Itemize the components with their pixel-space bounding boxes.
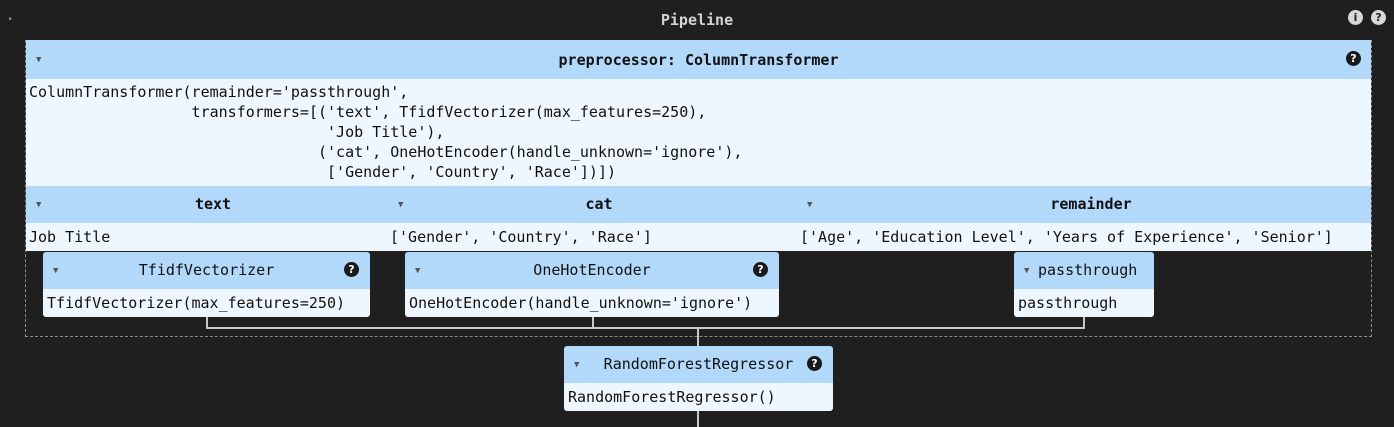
caret-down-icon[interactable]: ▼ [1024, 266, 1029, 276]
pipeline-diagram: ▸ Pipeline i ? ▼ preprocessor: ColumnTra… [0, 0, 1394, 427]
column-title-remainder[interactable]: remainder [799, 186, 1383, 223]
preprocessor-title: preprocessor: ColumnTransformer [558, 50, 839, 69]
info-icon[interactable]: i [1348, 10, 1363, 25]
column-title-text[interactable]: text [26, 186, 400, 223]
connector-line [697, 411, 699, 427]
help-icon[interactable]: ? [807, 356, 822, 371]
onehot-encoder-title: OneHotEncoder [533, 261, 651, 279]
connector-line [206, 327, 1085, 329]
random-forest-card[interactable]: ▼ RandomForestRegressor ? RandomForestRe… [564, 346, 833, 411]
column-value-remainder: ['Age', 'Education Level', 'Years of Exp… [800, 228, 1333, 246]
help-icon[interactable]: ? [1346, 51, 1361, 66]
passthrough-card[interactable]: ▼ passthrough passthrough [1014, 252, 1154, 317]
help-icon[interactable]: ? [1371, 10, 1386, 25]
tfidf-vectorizer-title: TfidfVectorizer [138, 261, 275, 279]
random-forest-title: RandomForestRegressor [603, 355, 794, 373]
caret-down-icon[interactable]: ▼ [53, 266, 58, 276]
column-value-text: Job Title [29, 228, 111, 246]
tfidf-vectorizer-repr: TfidfVectorizer(max_features=250) [43, 289, 370, 317]
column-value-cat: ['Gender', 'Country', 'Race'] [390, 228, 652, 246]
onehot-encoder-header[interactable]: ▼ OneHotEncoder ? [405, 252, 779, 289]
preprocessor-header[interactable]: ▼ preprocessor: ColumnTransformer ? [26, 40, 1371, 79]
connector-line [697, 327, 699, 346]
pipeline-title: Pipeline [660, 11, 734, 29]
preprocessor-repr: ColumnTransformer(remainder='passthrough… [26, 79, 1371, 186]
onehot-encoder-card[interactable]: ▼ OneHotEncoder ? OneHotEncoder(handle_u… [405, 252, 779, 317]
tfidf-vectorizer-header[interactable]: ▼ TfidfVectorizer ? [43, 252, 370, 289]
column-values: Job Title ['Gender', 'Country', 'Race'] … [26, 223, 1371, 251]
caret-down-icon[interactable]: ▼ [574, 360, 579, 370]
help-icon[interactable]: ? [344, 262, 359, 277]
caret-down-icon[interactable]: ▼ [415, 266, 420, 276]
tfidf-vectorizer-card[interactable]: ▼ TfidfVectorizer ? TfidfVectorizer(max_… [43, 252, 370, 317]
random-forest-header[interactable]: ▼ RandomForestRegressor ? [564, 346, 833, 383]
onehot-encoder-repr: OneHotEncoder(handle_unknown='ignore') [405, 289, 779, 317]
passthrough-header[interactable]: ▼ passthrough [1014, 252, 1154, 289]
random-forest-repr: RandomForestRegressor() [564, 383, 833, 411]
caret-down-icon[interactable]: ▼ [36, 55, 41, 65]
passthrough-title: passthrough [1038, 261, 1138, 279]
passthrough-repr: passthrough [1014, 289, 1154, 317]
column-title-cat[interactable]: cat [390, 186, 808, 223]
help-icon[interactable]: ? [753, 262, 768, 277]
column-headers: ▼ text ▼ cat ▼ remainder [26, 186, 1371, 223]
